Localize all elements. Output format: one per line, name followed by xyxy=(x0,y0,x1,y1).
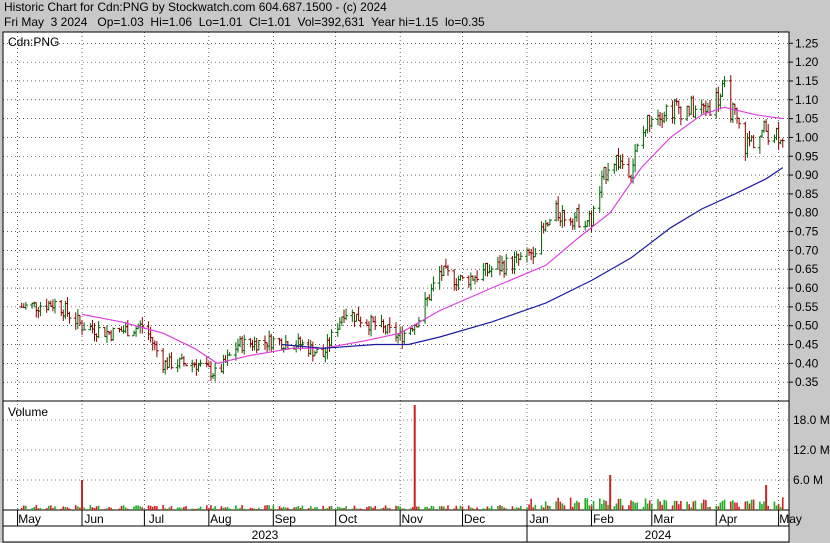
price-tick-label: 0.90 xyxy=(795,168,819,182)
price-tick-label: 1.15 xyxy=(795,74,819,88)
price-tick-label: 0.40 xyxy=(795,356,819,370)
month-label: Apr xyxy=(719,512,738,526)
month-label: Mar xyxy=(653,512,674,526)
volume-tick-label: 6.0 M xyxy=(793,473,823,487)
month-label: May xyxy=(779,512,802,526)
month-label: Nov xyxy=(401,512,422,526)
month-label: Aug xyxy=(210,512,231,526)
price-tick-label: 0.45 xyxy=(795,338,819,352)
month-label: Feb xyxy=(593,512,614,526)
price-tick-label: 1.05 xyxy=(795,112,819,126)
price-tick-label: 0.55 xyxy=(795,300,819,314)
price-tick-label: 0.95 xyxy=(795,149,819,163)
month-label: Jan xyxy=(529,512,548,526)
volume-tick-label: 18.0 M xyxy=(793,413,830,427)
price-tick-label: 0.65 xyxy=(795,262,819,276)
year-label: 2024 xyxy=(645,528,672,542)
volume-panel xyxy=(2,400,790,511)
year-label: 2023 xyxy=(252,528,279,542)
month-label: Oct xyxy=(338,512,357,526)
month-label: May xyxy=(18,512,41,526)
volume-label: Volume xyxy=(8,405,48,419)
month-label: Sep xyxy=(275,512,297,526)
price-tick-label: 0.75 xyxy=(795,225,819,239)
price-tick-label: 0.70 xyxy=(795,243,819,257)
price-tick-label: 0.60 xyxy=(795,281,819,295)
month-label: Jul xyxy=(149,512,164,526)
price-tick-label: 0.85 xyxy=(795,187,819,201)
price-tick-label: 1.00 xyxy=(795,130,819,144)
month-label: Dec xyxy=(464,512,485,526)
price-tick-labels: 1.25 1.20 1.15 1.10 1.05 1.00 0.95 0.90 0.85 0.80… xyxy=(789,36,819,389)
volume-tick-labels: 18.0 M 12.0 M 6.0 M xyxy=(793,413,830,487)
price-tick-label: 1.10 xyxy=(795,93,819,107)
price-tick-label: 0.80 xyxy=(795,206,819,220)
price-tick-label: 0.35 xyxy=(795,375,819,389)
price-tick-label: 1.25 xyxy=(795,36,819,50)
price-tick-label: 1.20 xyxy=(795,55,819,69)
price-tick-label: 0.50 xyxy=(795,319,819,333)
stock-chart: 1.25 1.20 1.15 1.10 1.05 1.00 0.95 0.90 0.85 0.80… xyxy=(2,31,830,543)
symbol-label: Cdn:PNG xyxy=(8,35,59,49)
volume-tick-label: 12.0 M xyxy=(793,443,830,457)
price-panel xyxy=(2,31,790,402)
month-label: Jun xyxy=(84,512,103,526)
